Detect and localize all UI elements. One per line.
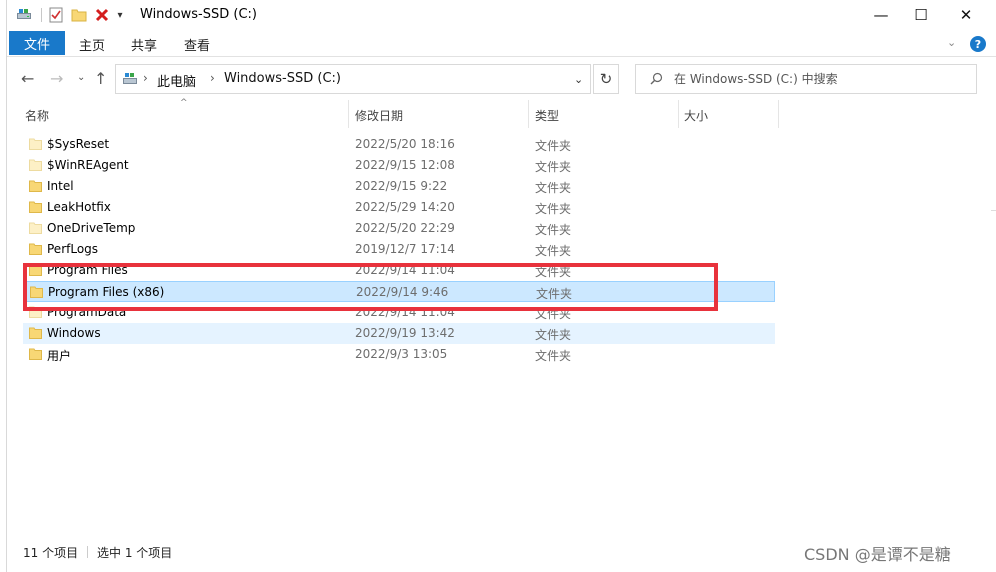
recent-locations-button[interactable]: ⌄ <box>77 72 85 83</box>
file-date: 2022/5/29 14:20 <box>355 200 455 214</box>
highlight-annotation <box>23 263 718 311</box>
file-row[interactable]: $SysReset 2022/5/20 18:16 文件夹 <box>23 134 775 155</box>
file-type: 文件夹 <box>535 244 572 258</box>
file-date: 2022/9/3 13:05 <box>355 347 448 361</box>
breadcrumb-drive[interactable]: Windows-SSD (C:) <box>224 71 341 86</box>
column-date[interactable]: 修改日期 <box>355 107 403 124</box>
address-dropdown-icon[interactable]: ⌄ <box>574 73 583 86</box>
file-type: 文件夹 <box>535 160 572 174</box>
breadcrumb-this-pc[interactable]: 此电脑 <box>157 71 196 90</box>
file-name[interactable]: $SysReset <box>47 137 109 151</box>
maximize-button[interactable]: ☐ <box>898 0 944 30</box>
column-type[interactable]: 类型 <box>535 107 559 124</box>
folder-icon <box>29 243 42 255</box>
file-date: 2022/9/15 12:08 <box>355 158 455 172</box>
this-pc-icon <box>122 72 138 86</box>
file-name[interactable]: OneDriveTemp <box>47 221 135 235</box>
folder-icon <box>29 159 42 171</box>
file-type: 文件夹 <box>535 202 572 216</box>
file-row[interactable]: Windows 2022/9/19 13:42 文件夹 <box>23 323 775 344</box>
file-date: 2022/9/15 9:22 <box>355 179 448 193</box>
file-row[interactable]: 用户 2022/9/3 13:05 文件夹 <box>23 344 775 365</box>
delete-icon[interactable] <box>93 6 111 24</box>
ribbon-tabs: 文件 主页 共享 查看 ⌄ ? <box>7 30 996 57</box>
file-row[interactable]: Intel 2022/9/15 9:22 文件夹 <box>23 176 775 197</box>
new-folder-icon[interactable] <box>70 6 88 24</box>
tab-share[interactable]: 共享 <box>131 35 157 54</box>
file-date: 2022/9/19 13:42 <box>355 326 455 340</box>
title-separator <box>41 8 42 22</box>
breadcrumb-separator: › <box>210 71 215 85</box>
forward-button[interactable]: → <box>50 69 63 88</box>
file-type: 文件夹 <box>535 139 572 153</box>
title-bar: ▾ Windows-SSD (C:) — ☐ ✕ <box>7 0 996 30</box>
file-row[interactable]: $WinREAgent 2022/9/15 12:08 文件夹 <box>23 155 775 176</box>
expand-ribbon-icon[interactable]: ⌄ <box>947 36 956 49</box>
column-divider[interactable] <box>778 100 779 128</box>
scrollbar-edge <box>991 210 996 222</box>
column-divider[interactable] <box>348 100 349 128</box>
folder-icon <box>29 201 42 213</box>
status-separator <box>87 546 88 558</box>
file-date: 2019/12/7 17:14 <box>355 242 455 256</box>
file-name[interactable]: LeakHotfix <box>47 200 111 214</box>
column-divider[interactable] <box>528 100 529 128</box>
file-type: 文件夹 <box>535 328 572 342</box>
search-icon <box>650 72 663 85</box>
explorer-window: ▾ Windows-SSD (C:) — ☐ ✕ 文件 主页 共享 查看 ⌄ ?… <box>6 0 996 572</box>
file-type: 文件夹 <box>535 181 572 195</box>
file-row[interactable]: PerfLogs 2019/12/7 17:14 文件夹 <box>23 239 775 260</box>
watermark: CSDN @是谭不是糖 <box>804 545 951 564</box>
tab-home[interactable]: 主页 <box>79 35 105 54</box>
folder-icon <box>29 138 42 150</box>
navigation-bar: ← → ⌄ ↑ › 此电脑 › Windows-SSD (C:) ⌄ ↻ <box>7 57 996 98</box>
file-name[interactable]: PerfLogs <box>47 242 98 256</box>
folder-icon <box>29 222 42 234</box>
address-bar[interactable]: › 此电脑 › Windows-SSD (C:) ⌄ <box>115 64 591 94</box>
properties-icon[interactable] <box>47 6 65 24</box>
column-header: ^ 名称 修改日期 类型 大小 <box>7 98 996 128</box>
breadcrumb-separator: › <box>143 71 148 85</box>
folder-icon <box>29 180 42 192</box>
file-date: 2022/5/20 18:16 <box>355 137 455 151</box>
up-button[interactable]: ↑ <box>94 69 107 88</box>
search-box[interactable] <box>635 64 977 94</box>
selection-count: 选中 1 个项目 <box>97 546 173 560</box>
tab-view[interactable]: 查看 <box>184 35 210 54</box>
window-title: Windows-SSD (C:) <box>140 7 257 22</box>
help-icon[interactable]: ? <box>970 36 986 52</box>
tab-file[interactable]: 文件 <box>9 31 65 55</box>
file-name[interactable]: Windows <box>47 326 101 340</box>
file-date: 2022/5/20 22:29 <box>355 221 455 235</box>
file-name[interactable]: 用户 <box>47 347 71 364</box>
close-button[interactable]: ✕ <box>943 0 989 30</box>
column-name[interactable]: 名称 <box>25 107 49 124</box>
sort-ascending-icon: ^ <box>180 98 188 108</box>
file-type: 文件夹 <box>535 349 572 363</box>
column-size[interactable]: 大小 <box>684 107 708 124</box>
folder-icon <box>29 327 42 339</box>
column-divider[interactable] <box>678 100 679 128</box>
back-button[interactable]: ← <box>21 69 34 88</box>
file-row[interactable]: LeakHotfix 2022/5/29 14:20 文件夹 <box>23 197 775 218</box>
file-name[interactable]: Intel <box>47 179 74 193</box>
folder-icon <box>29 348 42 360</box>
customize-quick-access-icon[interactable]: ▾ <box>114 6 126 24</box>
drive-properties-icon[interactable] <box>13 6 35 24</box>
file-name[interactable]: $WinREAgent <box>47 158 129 172</box>
file-row[interactable]: OneDriveTemp 2022/5/20 22:29 文件夹 <box>23 218 775 239</box>
search-input[interactable] <box>674 70 964 88</box>
file-type: 文件夹 <box>535 223 572 237</box>
refresh-button[interactable]: ↻ <box>593 64 619 94</box>
item-count: 11 个项目 <box>23 546 79 560</box>
